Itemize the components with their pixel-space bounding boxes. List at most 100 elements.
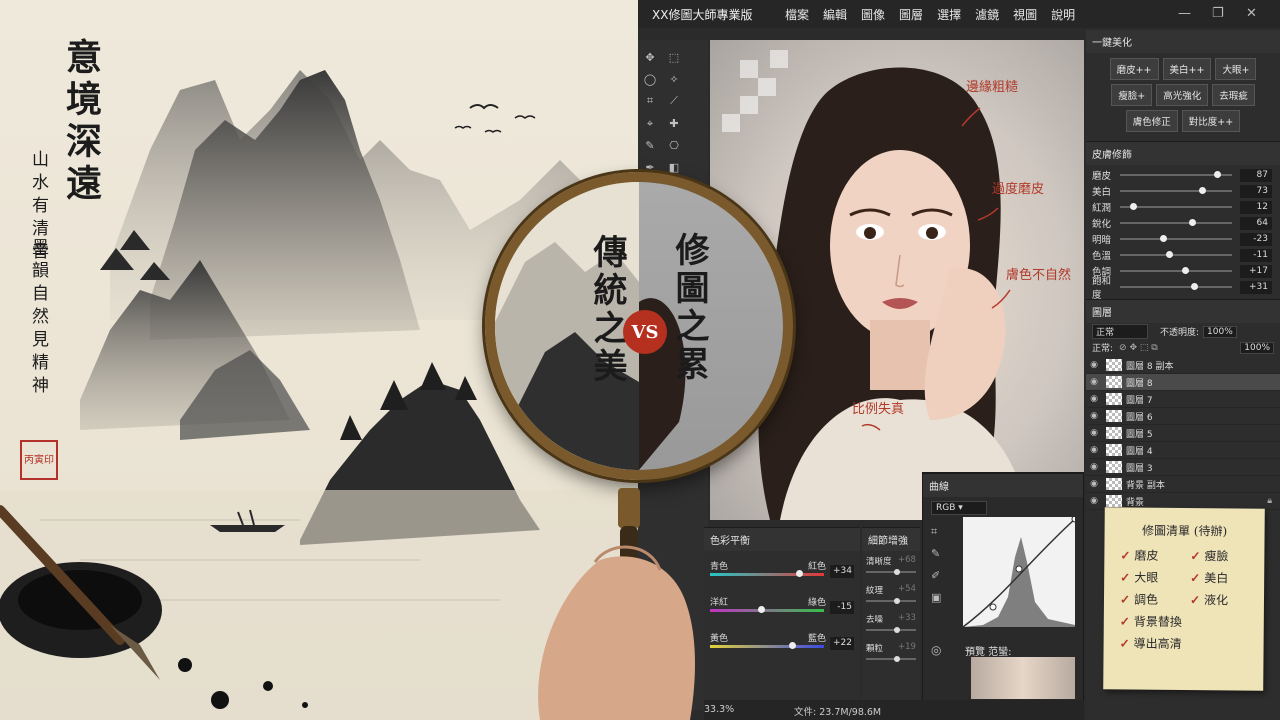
layer-row[interactable]: ◉ 圖層 6 [1086, 408, 1280, 425]
layer-row[interactable]: ◉ 圖層 8 副本 [1086, 357, 1280, 374]
visibility-eye-icon[interactable]: ◉ [1086, 394, 1102, 404]
beautify-button-1[interactable]: 美白++ [1162, 58, 1212, 80]
visibility-eye-icon[interactable]: ◉ [1086, 360, 1102, 370]
slider-value[interactable]: +17 [1240, 264, 1272, 278]
layer-row[interactable]: ◉ 圖層 8 [1086, 374, 1280, 391]
slider-track[interactable] [1120, 283, 1232, 290]
slider-value[interactable]: +31 [1240, 280, 1272, 294]
slider-knob[interactable] [1198, 187, 1206, 194]
menu-filter[interactable]: 濾鏡 [968, 6, 1006, 23]
detail-track[interactable] [866, 598, 916, 604]
visibility-eye-icon[interactable]: ◉ [1086, 496, 1102, 506]
cb-knob[interactable] [758, 606, 766, 613]
slider-value[interactable]: 73 [1240, 184, 1272, 198]
visibility-eye-icon[interactable]: ◉ [1086, 479, 1102, 489]
layer-row[interactable]: ◉ 背景 副本 [1086, 476, 1280, 493]
brush-tool-icon[interactable]: ✎ [641, 137, 659, 155]
menu-file[interactable]: 檔案 [778, 6, 816, 23]
menu-edit[interactable]: 編輯 [816, 6, 854, 23]
close-icon[interactable]: ✕ [1246, 6, 1257, 21]
cb-track[interactable] [710, 570, 824, 577]
slider-value[interactable]: -23 [1240, 232, 1272, 246]
curve-eyedropper-icon[interactable]: ✎ [931, 543, 941, 565]
beautify-button-7[interactable]: 對比度++ [1181, 110, 1241, 132]
beautify-button-5[interactable]: 去瑕疵 [1212, 84, 1255, 106]
cb-track[interactable] [710, 642, 824, 649]
slider-knob[interactable] [1166, 251, 1174, 258]
fill-input[interactable]: 100% [1240, 341, 1274, 354]
lasso-tool-icon[interactable]: ◯ [641, 70, 659, 88]
detail-knob[interactable] [894, 656, 900, 662]
preview-icon[interactable]: ◎ [931, 643, 941, 657]
move-tool-icon[interactable]: ✥ [641, 48, 659, 66]
curve-image-icon[interactable]: ▣ [931, 587, 941, 609]
detail-track[interactable] [866, 627, 916, 633]
slider-knob[interactable] [1181, 267, 1189, 274]
slider-knob[interactable] [1130, 203, 1138, 210]
slider-knob[interactable] [1188, 219, 1196, 226]
minimize-icon[interactable]: — [1178, 6, 1191, 21]
layer-row[interactable]: ◉ 圖層 3 [1086, 459, 1280, 476]
slider-track[interactable] [1120, 235, 1232, 242]
slider-track[interactable] [1120, 171, 1232, 178]
curve-graph[interactable] [963, 517, 1075, 627]
cb-track[interactable] [710, 606, 824, 613]
menu-view[interactable]: 視圖 [1006, 6, 1044, 23]
detail-track[interactable] [866, 569, 916, 575]
stamp-tool-icon[interactable]: ⎔ [665, 137, 683, 155]
slider-knob[interactable] [1190, 283, 1198, 290]
beautify-button-3[interactable]: 瘦臉+ [1111, 84, 1153, 106]
blend-mode-select[interactable]: 正常 [1092, 324, 1148, 339]
slider-knob[interactable] [1214, 171, 1222, 178]
layer-row[interactable]: ◉ 圖層 4 [1086, 442, 1280, 459]
slider-value[interactable]: 64 [1240, 216, 1272, 230]
slider-value[interactable]: 12 [1240, 200, 1272, 214]
cb-value[interactable]: +22 [830, 637, 854, 650]
menu-help[interactable]: 說明 [1044, 6, 1082, 23]
crop-tool-icon[interactable]: ⌗ [641, 92, 659, 110]
slider-knob[interactable] [1159, 235, 1167, 242]
menu-layer[interactable]: 圖層 [892, 6, 930, 23]
channel-select[interactable]: RGB ▾ [931, 501, 987, 515]
menu-select[interactable]: 選擇 [930, 6, 968, 23]
slice-tool-icon[interactable]: ⟋ [665, 92, 683, 110]
detail-knob[interactable] [894, 598, 900, 604]
detail-value[interactable]: +54 [898, 584, 916, 594]
beautify-button-6[interactable]: 膚色修正 [1125, 110, 1178, 132]
detail-value[interactable]: +33 [898, 613, 916, 623]
detail-track[interactable] [866, 656, 916, 662]
eyedropper-icon[interactable]: ⌖ [641, 115, 659, 133]
menu-image[interactable]: 圖像 [854, 6, 892, 23]
slider-track[interactable] [1120, 187, 1232, 194]
cb-value[interactable]: -15 [830, 601, 854, 614]
visibility-eye-icon[interactable]: ◉ [1086, 428, 1102, 438]
cb-value[interactable]: +34 [830, 565, 854, 578]
detail-value[interactable]: +19 [898, 642, 916, 652]
healing-brush-icon[interactable]: ✚ [665, 114, 683, 132]
slider-track[interactable] [1120, 219, 1232, 226]
layer-row[interactable]: ◉ 圖層 7 [1086, 391, 1280, 408]
detail-knob[interactable] [894, 569, 900, 575]
beautify-button-0[interactable]: 磨皮++ [1109, 58, 1159, 80]
visibility-eye-icon[interactable]: ◉ [1086, 411, 1102, 421]
slider-value[interactable]: 87 [1240, 168, 1272, 182]
maximize-icon[interactable]: ❐ [1212, 6, 1224, 21]
slider-track[interactable] [1120, 251, 1232, 258]
visibility-eye-icon[interactable]: ◉ [1086, 462, 1102, 472]
layer-row[interactable]: ◉ 圖層 5 [1086, 425, 1280, 442]
magic-wand-icon[interactable]: ✧ [665, 70, 683, 88]
visibility-eye-icon[interactable]: ◉ [1086, 377, 1102, 387]
beautify-button-4[interactable]: 高光強化 [1156, 84, 1209, 106]
marquee-tool-icon[interactable]: ⬚ [665, 48, 683, 66]
slider-track[interactable] [1120, 267, 1232, 274]
opacity-input[interactable]: 100% [1203, 325, 1237, 338]
cb-knob[interactable] [789, 642, 797, 649]
curve-pencil-icon[interactable]: ✐ [931, 565, 941, 587]
detail-value[interactable]: +68 [898, 555, 916, 565]
lock-icons[interactable]: ⊘ ✥ ⬚ ⧉ [1119, 343, 1158, 353]
beautify-button-2[interactable]: 大眼+ [1215, 58, 1257, 80]
detail-knob[interactable] [894, 627, 900, 633]
slider-value[interactable]: -11 [1240, 248, 1272, 262]
slider-track[interactable] [1120, 203, 1232, 210]
cb-knob[interactable] [795, 570, 803, 577]
